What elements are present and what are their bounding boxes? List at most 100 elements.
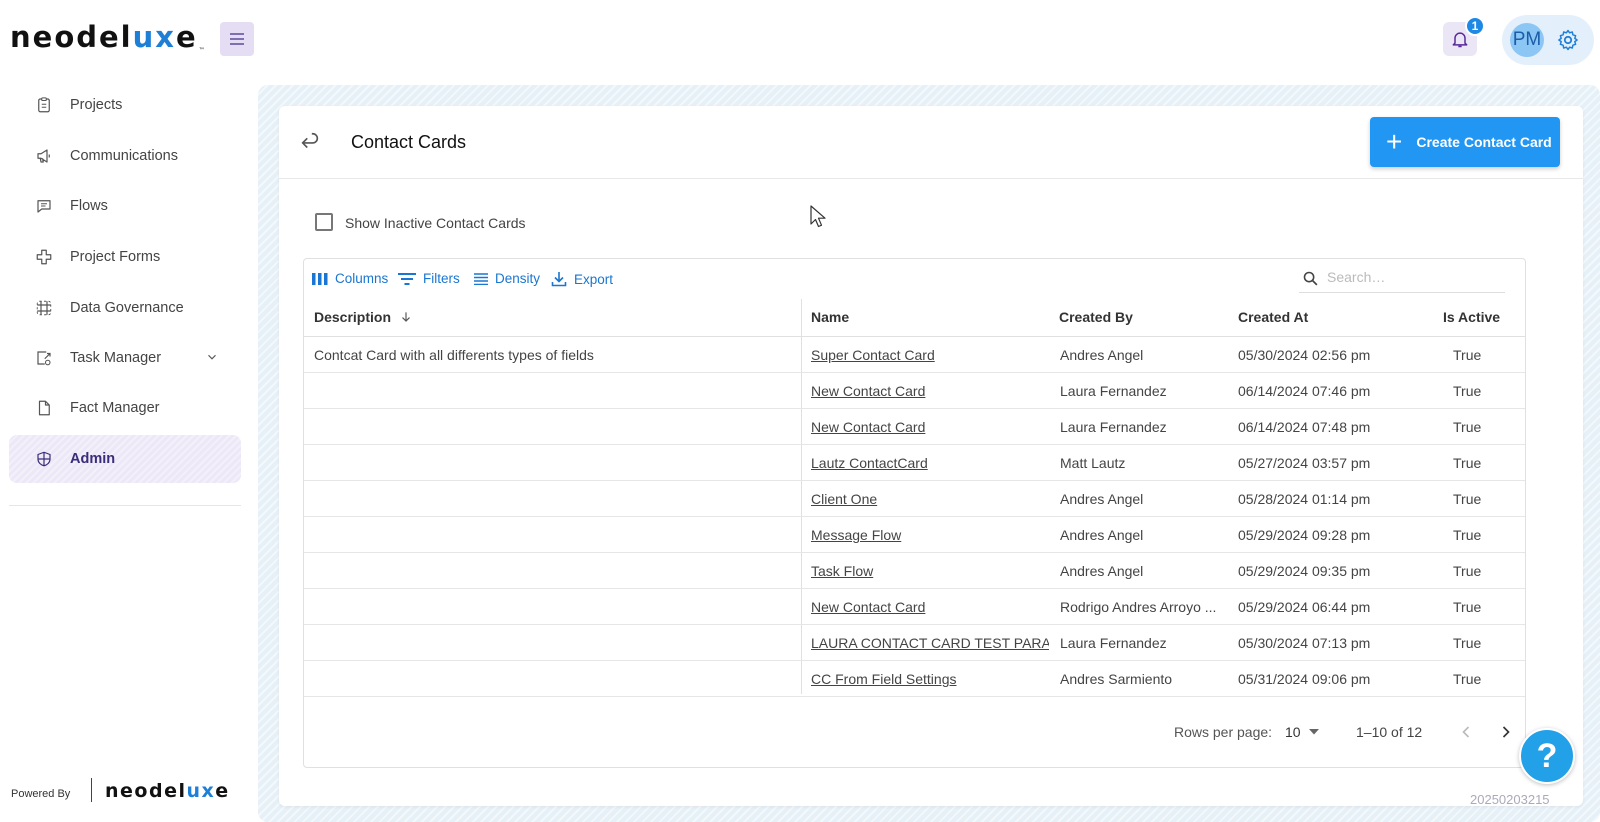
export-button[interactable]: Export xyxy=(551,271,613,287)
notifications-button[interactable]: 1 xyxy=(1443,16,1485,56)
sidebar-item-flows[interactable]: Flows xyxy=(9,182,241,230)
search-box[interactable] xyxy=(1299,267,1505,293)
density-button[interactable]: Density xyxy=(474,271,540,286)
cell-is-active: True xyxy=(1453,419,1482,435)
cell-created-by: Matt Lautz xyxy=(1060,455,1126,471)
sidebar-item-communications[interactable]: Communications xyxy=(9,132,241,180)
cell-created-at: 05/29/2024 09:28 pm xyxy=(1238,527,1371,543)
chevron-right-icon[interactable] xyxy=(1496,722,1516,742)
rows-per-page-select[interactable]: 10 xyxy=(1285,724,1319,740)
cell-created-at: 05/29/2024 06:44 pm xyxy=(1238,599,1371,615)
sidebar-item-task-manager[interactable]: Task Manager xyxy=(9,334,241,382)
cell-is-active: True xyxy=(1453,383,1482,399)
cell-name-link[interactable]: CC From Field Settings xyxy=(811,671,1049,687)
cell-created-by: Laura Fernandez xyxy=(1060,383,1167,399)
contact-cards-panel: Contact Cards + Create Contact Card Show… xyxy=(279,106,1583,806)
cell-name-link[interactable]: Task Flow xyxy=(811,563,1049,579)
chevron-left-icon[interactable] xyxy=(1456,722,1476,742)
sort-descending-icon[interactable] xyxy=(399,310,413,324)
table-row[interactable]: New Contact Card Laura Fernandez 06/14/2… xyxy=(304,409,1525,445)
chevron-down-icon[interactable] xyxy=(205,350,219,364)
create-contact-card-button[interactable]: + Create Contact Card xyxy=(1370,117,1560,167)
brand-logo[interactable]: neodeluxe™ xyxy=(10,20,205,54)
table-row[interactable]: LAURA CONTACT CARD TEST PARA AI Laura Fe… xyxy=(304,625,1525,661)
filters-label: Filters xyxy=(423,271,460,286)
help-button[interactable]: ? xyxy=(1519,728,1575,784)
sidebar-item-admin[interactable]: Admin xyxy=(9,435,241,483)
sidebar-item-label: Communications xyxy=(70,148,178,164)
cell-created-at: 06/14/2024 07:48 pm xyxy=(1238,419,1371,435)
cell-is-active: True xyxy=(1453,347,1482,363)
mouse-cursor-icon xyxy=(810,205,826,228)
plus-icon: + xyxy=(1386,126,1403,157)
columns-icon xyxy=(312,272,328,285)
sidebar-item-project-forms[interactable]: Project Forms xyxy=(9,233,241,281)
document-icon xyxy=(38,400,50,416)
cell-created-by: Rodrigo Andres Arroyo ... xyxy=(1060,599,1217,615)
table-row[interactable]: Contcat Card with all differents types o… xyxy=(304,337,1525,373)
grid-icon xyxy=(36,300,52,316)
columns-button[interactable]: Columns xyxy=(312,271,388,286)
column-header-name[interactable]: Name xyxy=(811,309,849,325)
cell-name-link[interactable]: Lautz ContactCard xyxy=(811,455,1049,471)
cell-is-active: True xyxy=(1453,455,1482,471)
column-header-created-by[interactable]: Created By xyxy=(1059,309,1133,325)
back-arrow-icon[interactable] xyxy=(299,131,321,153)
cell-name-link[interactable]: Super Contact Card xyxy=(811,347,1049,363)
cell-is-active: True xyxy=(1453,635,1482,651)
user-menu[interactable]: PM xyxy=(1502,15,1594,65)
avatar[interactable]: PM xyxy=(1510,23,1544,57)
cell-created-by: Andres Angel xyxy=(1060,527,1144,543)
search-icon xyxy=(1303,271,1318,286)
table-row[interactable]: New Contact Card Laura Fernandez 06/14/2… xyxy=(304,373,1525,409)
megaphone-icon xyxy=(37,149,50,163)
clipboard-icon xyxy=(38,97,50,113)
sidebar-item-label: Data Governance xyxy=(70,300,184,316)
sidebar-divider xyxy=(9,505,241,506)
search-input[interactable] xyxy=(1327,269,1497,285)
sidebar-item-fact-manager[interactable]: Fact Manager xyxy=(9,384,241,432)
cell-created-by: Laura Fernandez xyxy=(1060,635,1167,651)
cell-name-link[interactable]: Message Flow xyxy=(811,527,1049,543)
table-row[interactable]: Client One Andres Angel 05/28/2024 01:14… xyxy=(304,481,1525,517)
cell-created-by: Andres Angel xyxy=(1060,563,1144,579)
table-row[interactable]: New Contact Card Rodrigo Andres Arroyo .… xyxy=(304,589,1525,625)
forms-icon xyxy=(36,249,52,265)
show-inactive-checkbox[interactable] xyxy=(315,213,333,231)
create-button-label: Create Contact Card xyxy=(1416,134,1552,150)
cell-is-active: True xyxy=(1453,671,1482,687)
task-icon xyxy=(37,351,51,366)
panel-header: Contact Cards + Create Contact Card xyxy=(279,106,1583,179)
table-row[interactable]: Lautz ContactCard Matt Lautz 05/27/2024 … xyxy=(304,445,1525,481)
column-header-description[interactable]: Description xyxy=(314,309,413,325)
cell-name-link[interactable]: New Contact Card xyxy=(811,383,1049,399)
cell-created-at: 05/30/2024 02:56 pm xyxy=(1238,347,1371,363)
cell-is-active: True xyxy=(1453,563,1482,579)
cell-name-link[interactable]: New Contact Card xyxy=(811,599,1049,615)
sidebar-item-label: Flows xyxy=(70,198,108,214)
sidebar-item-label: Admin xyxy=(70,451,116,467)
menu-toggle-button[interactable] xyxy=(220,22,254,56)
sidebar-item-label: Task Manager xyxy=(70,350,162,366)
table-row[interactable]: Task Flow Andres Angel 05/29/2024 09:35 … xyxy=(304,553,1525,589)
page-title: Contact Cards xyxy=(351,132,467,152)
sidebar-item-projects[interactable]: Projects xyxy=(9,81,241,129)
cell-created-by: Andres Sarmiento xyxy=(1060,671,1173,687)
cell-created-at: 05/31/2024 09:06 pm xyxy=(1238,671,1371,687)
sidebar-item-label: Fact Manager xyxy=(70,400,160,416)
columns-label: Columns xyxy=(335,271,389,286)
column-header-is-active[interactable]: Is Active xyxy=(1443,309,1500,325)
table-row[interactable]: CC From Field Settings Andres Sarmiento … xyxy=(304,661,1525,697)
column-header-created-at[interactable]: Created At xyxy=(1238,309,1308,325)
cell-name-link[interactable]: New Contact Card xyxy=(811,419,1049,435)
filters-button[interactable]: Filters xyxy=(398,271,460,286)
cell-name-link[interactable]: Client One xyxy=(811,491,1049,507)
cell-is-active: True xyxy=(1453,491,1482,507)
table-row[interactable]: Message Flow Andres Angel 05/29/2024 09:… xyxy=(304,517,1525,553)
caret-down-icon xyxy=(1308,729,1319,735)
cell-is-active: True xyxy=(1453,527,1482,543)
download-icon xyxy=(551,272,567,287)
sidebar-item-data-governance[interactable]: Data Governance xyxy=(9,284,241,332)
cell-name-link[interactable]: LAURA CONTACT CARD TEST PARA AI xyxy=(811,635,1049,651)
gear-icon[interactable] xyxy=(1556,28,1580,52)
